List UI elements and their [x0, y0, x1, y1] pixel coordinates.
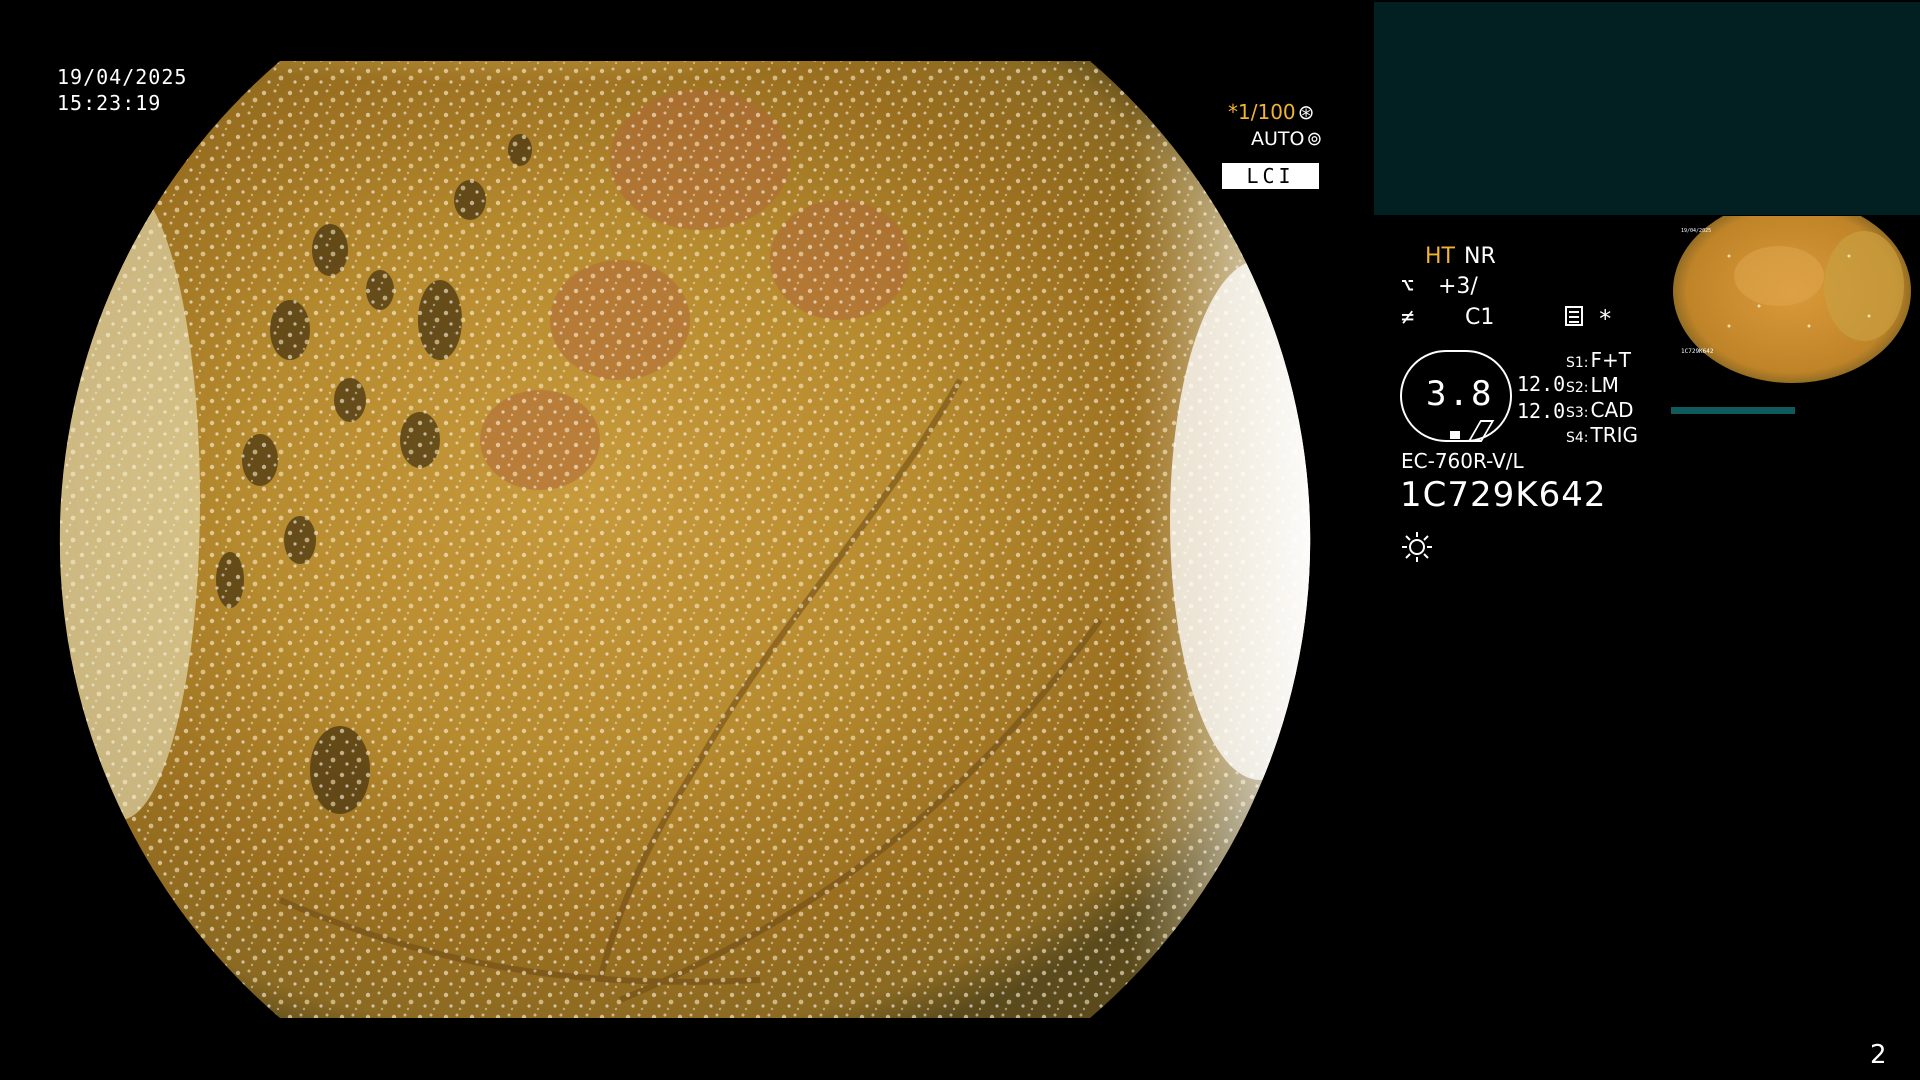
time-text: 15:23:19 — [57, 91, 162, 115]
shutter-wheel-icon: ⊛ — [1297, 100, 1315, 124]
date-text: 19/04/2025 — [57, 65, 188, 89]
svg-text:19/04/2025: 19/04/2025 — [1681, 228, 1711, 234]
switch-key: S4: — [1566, 430, 1589, 446]
record-icon — [1565, 306, 1583, 326]
scope-model: EC-760R-V/L — [1401, 449, 1524, 473]
enhancement-value: +3/ — [1438, 274, 1478, 299]
setting-value-2: 12.0 — [1517, 399, 1566, 423]
asterisk-indicator: * — [1598, 305, 1613, 333]
shutter-speed-text: *1/100 — [1228, 100, 1296, 124]
imaging-mode-badge: LCI — [1222, 163, 1319, 189]
magnification-value: 3.8 — [1426, 374, 1494, 414]
thumbnail-image: 19/04/2025 1C729K642 — [1669, 216, 1920, 416]
switch-s3: S3: CAD — [1566, 398, 1634, 422]
light-icon — [1402, 532, 1432, 562]
color-icon: ≠ — [1401, 305, 1415, 330]
ht-indicator: HT — [1425, 244, 1455, 269]
switch-s1: S1: F+T — [1566, 348, 1631, 372]
switch-value: TRIG — [1590, 423, 1639, 447]
shutter-speed: *1/100 ⊛ — [1228, 100, 1314, 124]
nr-indicator: NR — [1464, 244, 1496, 269]
switch-s2: S2: LM — [1566, 373, 1619, 397]
switch-key: S2: — [1566, 380, 1589, 396]
iris-mode: AUTO ⊚ — [1251, 128, 1322, 150]
switch-value: LM — [1590, 373, 1619, 397]
setting-value-1: 12.0 — [1517, 372, 1566, 396]
switch-value: CAD — [1590, 398, 1634, 422]
iris-wheel-icon: ⊚ — [1306, 128, 1323, 150]
iris-mode-text: AUTO — [1251, 128, 1305, 150]
page-number: 2 — [1870, 1040, 1887, 1070]
switch-value: F+T — [1590, 348, 1631, 372]
svg-text:1C729K642: 1C729K642 — [1681, 348, 1714, 355]
scope-serial-number: 1C729K642 — [1400, 475, 1607, 515]
color-mode-value: C1 — [1465, 305, 1495, 330]
thumbnail-status-bar — [1671, 407, 1795, 414]
enhancement-icon: ⌥ — [1401, 274, 1415, 299]
switch-key: S1: — [1566, 355, 1589, 371]
switch-key: S3: — [1566, 405, 1589, 421]
switch-s4: S4: TRIG — [1566, 423, 1638, 447]
gauge-marker — [1450, 431, 1460, 439]
date-time-display: 19/04/2025 15:23:19 — [57, 64, 187, 116]
secondary-display-area — [1374, 2, 1920, 215]
